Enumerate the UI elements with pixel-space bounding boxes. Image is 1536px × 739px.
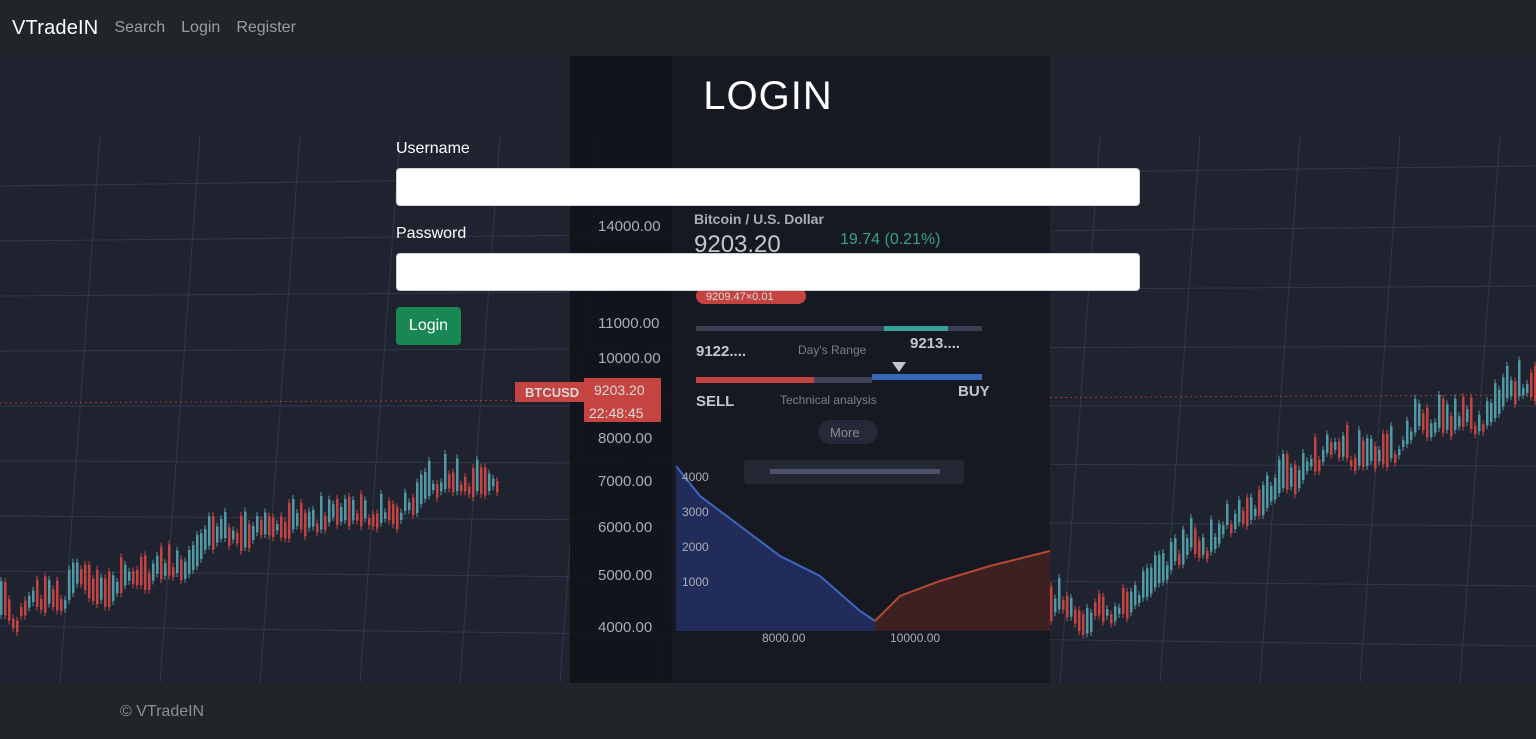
login-button[interactable]: Login [396,307,461,345]
username-input[interactable] [396,168,1140,206]
password-input[interactable] [396,253,1140,291]
username-label: Username [396,140,470,157]
nav-link-login[interactable]: Login [181,19,220,37]
password-label: Password [396,225,467,242]
navbar: VTradeIN Search Login Register [0,0,1536,56]
nav-link-register[interactable]: Register [236,19,296,37]
brand-link[interactable]: VTradeIN [12,17,98,40]
login-title: LOGIN [703,74,833,118]
login-form-fields: LOGIN Username Password Login [396,56,1140,683]
footer-copyright: © VTradeIN [120,703,205,720]
hero-section: 14000.00 11000.00 10000.00 8000.00 7000.00 60… [0,56,1536,683]
nav-link-search[interactable]: Search [114,19,165,37]
footer: © VTradeIN [0,683,1536,739]
